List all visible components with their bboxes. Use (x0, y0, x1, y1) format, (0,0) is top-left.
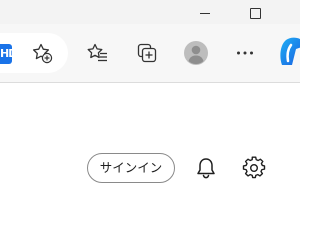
settings-gear-icon (242, 156, 266, 179)
maximize-icon (249, 7, 261, 19)
notifications-button[interactable] (192, 154, 220, 182)
browser-window: HD (0, 0, 300, 200)
minimize-button[interactable] (182, 0, 228, 24)
profile-button[interactable] (180, 37, 212, 69)
add-favorite-icon (32, 43, 53, 64)
settings-button[interactable] (240, 154, 268, 182)
notifications-bell-icon (197, 158, 215, 179)
favorites-button[interactable] (82, 37, 114, 69)
copilot-button[interactable] (278, 35, 300, 71)
more-options-icon (237, 51, 253, 55)
hd-badge[interactable]: HD (0, 44, 12, 64)
more-options-button[interactable] (229, 37, 261, 69)
favorites-icon (87, 43, 107, 62)
collections-icon (137, 43, 157, 63)
profile-avatar-icon (184, 41, 208, 65)
sign-in-button[interactable]: サインイン (87, 153, 175, 183)
collections-button[interactable] (131, 37, 163, 69)
copilot-icon (280, 37, 300, 65)
minimize-icon (200, 12, 210, 14)
title-bar (0, 0, 300, 24)
add-favorite-button[interactable] (26, 37, 58, 69)
maximize-button[interactable] (232, 0, 278, 24)
